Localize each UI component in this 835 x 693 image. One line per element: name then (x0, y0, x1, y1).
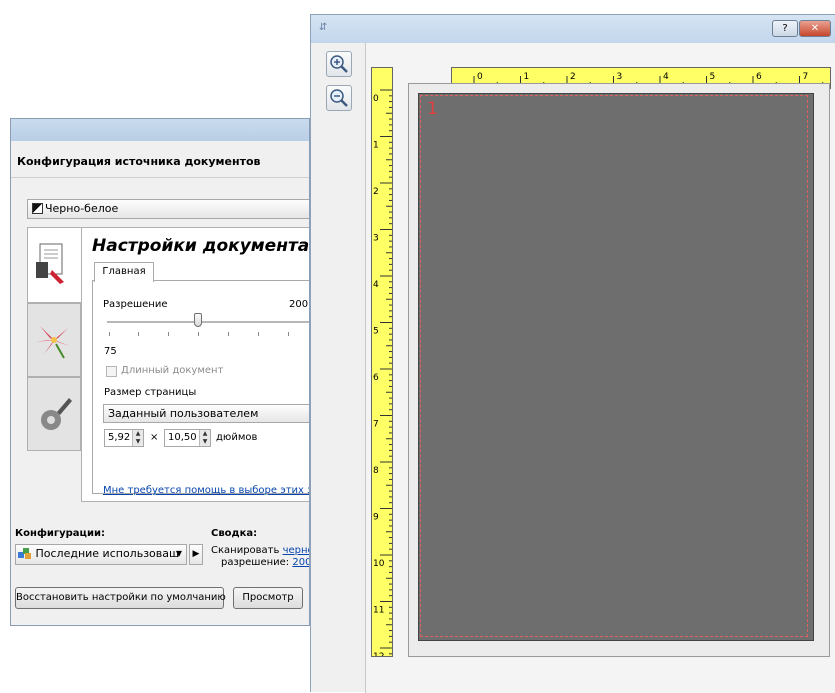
window-app-icon: ⇵ (319, 22, 328, 33)
ruler-label: 7 (373, 420, 379, 430)
restore-defaults-button[interactable]: Восстановить настройки по умолчанию (15, 587, 226, 609)
page-size-label: Размер страницы (104, 387, 197, 398)
chevron-down-icon: ▼ (175, 549, 182, 558)
help-icon: ? (782, 23, 788, 34)
ruler-label: 11 (373, 606, 384, 616)
ruler-label: 0 (373, 94, 379, 104)
ruler-label: 9 (373, 513, 379, 523)
help-link[interactable]: Мне требуется помощь в выборе этих зна (103, 485, 309, 496)
ruler-label: 1 (524, 72, 530, 82)
slider-tick (258, 332, 259, 336)
page-size-value: Заданный пользователем (108, 407, 259, 420)
vertical-ruler-scale: 0123456789101112 (373, 89, 392, 662)
configurations-menu-button[interactable]: ▶ (189, 544, 203, 565)
slider-tick (288, 332, 289, 336)
close-button[interactable]: ✕ (799, 20, 831, 37)
configurations-icon (18, 548, 31, 559)
height-value: 10,50 (168, 432, 197, 443)
config-title-bar[interactable] (11, 119, 309, 141)
slider-tick (109, 332, 110, 336)
preview-title-bar[interactable]: ⇵ ? ✕ (311, 15, 835, 43)
summary-scan-text: Сканировать (211, 545, 283, 556)
panel-title: Настройки документа (92, 236, 310, 256)
configurations-value: Последние использоваш (35, 547, 180, 560)
summary-line-2: разрешение: 200 т (221, 557, 309, 568)
vertical-ruler: 0123456789101112 (371, 67, 393, 662)
preview-window: ⇵ ? ✕ 012345678 0123456789101112 (310, 14, 835, 693)
color-mode-dropdown[interactable]: Черно-белое (27, 199, 309, 219)
ruler-label: 3 (373, 234, 379, 244)
page-number: 1 (427, 99, 438, 119)
ruler-label: 8 (373, 466, 379, 476)
scan-area-selection[interactable] (420, 95, 808, 637)
ruler-label: 6 (373, 373, 379, 383)
ruler-label: 10 (373, 559, 385, 569)
ruler-label: 3 (617, 72, 623, 82)
ruler-label: 1 (373, 141, 379, 151)
summary-resolution-link[interactable]: 200 т (292, 557, 309, 568)
summary-resolution-text: разрешение: (221, 557, 293, 568)
tab-image-settings[interactable] (27, 303, 81, 377)
play-arrow-icon: ▶ (192, 549, 200, 559)
tools-icon (41, 398, 72, 430)
divider (11, 177, 309, 178)
zoom-out-button[interactable] (326, 85, 352, 111)
summary-line-1: Сканировать черно (211, 545, 309, 556)
color-mode-value: Черно-белое (45, 202, 119, 215)
tab-device-settings[interactable] (27, 377, 81, 451)
bw-mode-icon (32, 203, 43, 214)
ruler-label: 5 (373, 327, 379, 337)
configurations-dropdown[interactable]: Последние использоваш ▼ (15, 544, 187, 565)
units-label: дюймов (216, 432, 258, 443)
width-spin-buttons[interactable]: ▲ ▼ (132, 430, 143, 446)
slider-tick (138, 332, 139, 336)
flower-icon (36, 326, 70, 359)
ruler-label: 2 (373, 187, 379, 197)
scanner-config-window: Конфигурация источника документов Черно-… (10, 118, 310, 626)
ruler-label: 12 (373, 652, 384, 656)
width-stepper[interactable]: 5,92 ▲ ▼ (104, 429, 144, 447)
preview-button[interactable]: Просмотр (233, 587, 303, 609)
summary-mode-link[interactable]: черно (283, 545, 309, 556)
ruler-label: 5 (710, 72, 716, 82)
configurations-label: Конфигурации: (15, 528, 105, 539)
resolution-value: 200 (289, 299, 309, 310)
tab-main[interactable]: Главная (94, 262, 154, 282)
resolution-slider-track[interactable] (107, 321, 309, 324)
page-size-dropdown[interactable]: Заданный пользователем (103, 404, 309, 423)
long-document-checkbox[interactable] (106, 366, 117, 377)
ruler-label: 0 (477, 72, 483, 82)
slider-tick (198, 332, 199, 336)
zoom-in-icon (330, 55, 348, 73)
slider-tick (228, 332, 229, 336)
ruler-label: 6 (756, 72, 762, 82)
height-stepper[interactable]: 10,50 ▲ ▼ (164, 429, 211, 447)
times-sign: × (150, 432, 159, 443)
long-document-label: Длинный документ (121, 365, 224, 376)
document-settings-icon (36, 243, 64, 284)
slider-tick (168, 332, 169, 336)
ruler-label: 2 (570, 72, 576, 82)
tab-document-settings[interactable] (27, 227, 81, 303)
width-value: 5,92 (108, 432, 131, 443)
height-spin-buttons[interactable]: ▲ ▼ (199, 430, 210, 446)
summary-label: Сводка: (211, 528, 258, 539)
ruler-label: 7 (803, 72, 809, 82)
resolution-label: Разрешение (103, 299, 168, 310)
close-icon: ✕ (810, 23, 820, 34)
help-button[interactable]: ? (772, 20, 798, 37)
config-heading: Конфигурация источника документов (17, 155, 261, 168)
preview-canvas[interactable]: 012345678 0123456789101112 1 (365, 43, 835, 693)
ruler-label: 4 (373, 280, 379, 290)
zoom-in-button[interactable] (326, 51, 352, 77)
resolution-min-label: 75 (104, 346, 117, 357)
zoom-out-icon (330, 89, 348, 107)
resolution-slider-thumb[interactable] (194, 313, 202, 327)
ruler-label: 4 (663, 72, 669, 82)
